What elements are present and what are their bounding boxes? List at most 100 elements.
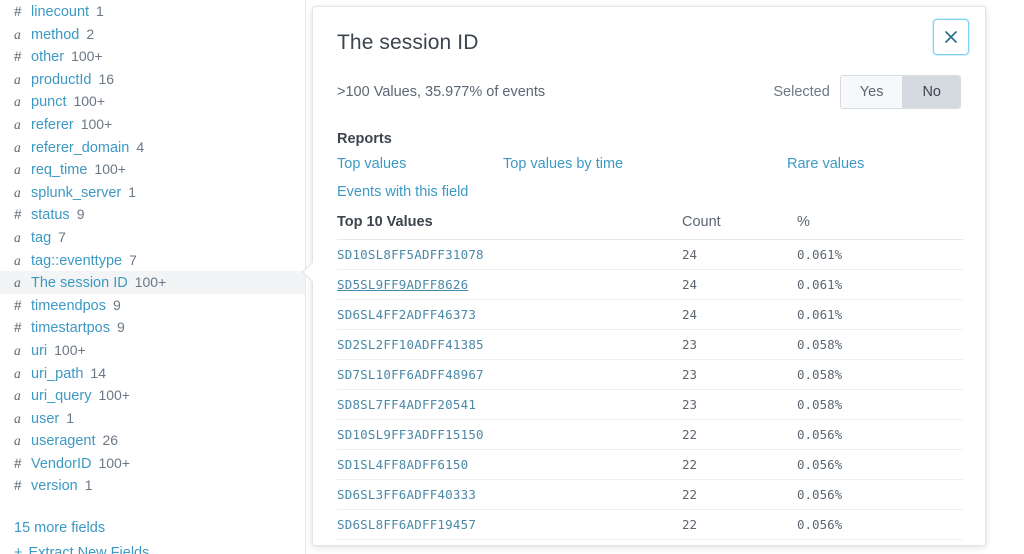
value-link[interactable]: SD2SL2FF10ADFF41385 [337, 337, 484, 352]
table-row[interactable]: SD6SL3FF6ADFF40333 22 0.056% [337, 479, 963, 510]
count-value: 22 [682, 487, 698, 502]
report-link-events-with-this-field[interactable]: Events with this field [337, 184, 468, 200]
sidebar-field-referer[interactable]: a referer 100+ [0, 113, 305, 136]
sidebar-field-other[interactable]: # other 100+ [0, 45, 305, 68]
selected-yes-button[interactable]: Yes [840, 76, 903, 108]
sidebar-field-tag-eventtype[interactable]: a tag::eventtype 7 [0, 249, 305, 272]
table-row[interactable]: SD1SL4FF8ADFF6150 22 0.056% [337, 449, 963, 480]
table-row[interactable]: SD10SL8FF5ADFF31078 24 0.061% [337, 239, 963, 270]
sidebar-field-label: useragent [31, 433, 96, 450]
sidebar-field-label: uri_query [31, 388, 92, 405]
report-link-top-values[interactable]: Top values [337, 156, 406, 172]
pct-value: 0.056% [797, 517, 843, 532]
cell-count: 23 [682, 329, 797, 360]
report-link-top-values-by-time[interactable]: Top values by time [503, 156, 623, 172]
string-field-icon: a [14, 116, 21, 132]
value-link[interactable]: SD10SL9FF3ADFF15150 [337, 427, 484, 442]
string-field-icon: a [14, 229, 21, 245]
string-field-icon: a [14, 26, 21, 42]
sidebar-field-label: timeendpos [31, 297, 106, 314]
cell-count: 22 [682, 479, 797, 510]
sidebar-field-req-time[interactable]: a req_time 100+ [0, 158, 305, 181]
more-fields-link[interactable]: 15 more fields [0, 517, 305, 540]
sidebar-field-tag[interactable]: a tag 7 [0, 226, 305, 249]
sidebar-field-version[interactable]: # version 1 [0, 474, 305, 497]
sidebar-field-method[interactable]: a method 2 [0, 23, 305, 46]
column-header-pct: % [797, 214, 963, 240]
pct-value: 0.058% [797, 367, 843, 382]
string-field-icon: a [14, 342, 21, 358]
reports-heading: Reports [337, 131, 392, 147]
fields-sidebar: # linecount 1 a method 2 # other 100+ a productId 1… [0, 0, 306, 554]
sidebar-field-uri-path[interactable]: a uri_path 14 [0, 362, 305, 385]
value-link[interactable]: SD10SL8FF5ADFF31078 [337, 247, 484, 262]
table-header-row: Top 10 Values Count % [337, 214, 963, 240]
sidebar-field-vendorid[interactable]: # VendorID 100+ [0, 452, 305, 475]
sidebar-field-referer-domain[interactable]: a referer_domain 4 [0, 136, 305, 159]
sidebar-field-punct[interactable]: a punct 100+ [0, 90, 305, 113]
value-link[interactable]: SD7SL10FF6ADFF48967 [337, 367, 484, 382]
sidebar-field-label: linecount [31, 4, 90, 20]
sidebar-field-label: req_time [31, 162, 88, 179]
sidebar-field-count: 7 [58, 228, 66, 245]
table-row[interactable]: SD2SL2FF10ADFF41385 23 0.058% [337, 329, 963, 360]
table-row[interactable]: SD5SL9FF9ADFF8626 24 0.061% [337, 269, 963, 300]
numeric-field-icon: # [14, 4, 22, 19]
sidebar-field-count: 100+ [98, 454, 131, 471]
value-link[interactable]: SD1SL4FF8ADFF6150 [337, 457, 468, 472]
cell-count: 22 [682, 449, 797, 480]
value-link[interactable]: SD6SL3FF6ADFF40333 [337, 487, 476, 502]
sidebar-field-user[interactable]: a user 1 [0, 407, 305, 430]
count-value: 22 [682, 457, 698, 472]
column-header-value: Top 10 Values [337, 214, 682, 240]
table-header: Top 10 Values Count % [337, 214, 963, 240]
sidebar-field-productid[interactable]: a productId 16 [0, 68, 305, 91]
extract-new-fields-link[interactable]: + Extract New Fields [0, 542, 305, 554]
cell-pct: 0.056% [797, 479, 963, 510]
count-value: 23 [682, 367, 698, 382]
pct-value: 0.061% [797, 307, 843, 322]
sidebar-field-label: tag::eventtype [31, 252, 123, 269]
sidebar-field-count: 2 [86, 25, 95, 42]
sidebar-field-splunk-server[interactable]: a splunk_server 1 [0, 181, 305, 204]
value-link[interactable]: SD6SL4FF2ADFF46373 [337, 307, 476, 322]
cell-count: 24 [682, 269, 797, 300]
sidebar-field-uri-query[interactable]: a uri_query 100+ [0, 384, 305, 407]
sidebar-field-status[interactable]: # status 9 [0, 203, 305, 226]
sidebar-field-count: 1 [128, 183, 137, 200]
sidebar-field-label: uri_path [31, 365, 84, 382]
sidebar-field-useragent[interactable]: a useragent 26 [0, 429, 305, 452]
sidebar-field-the-session-id[interactable]: a The session ID 100+ [0, 271, 305, 294]
cell-pct: 0.056% [797, 419, 963, 450]
sidebar-field-linecount[interactable]: # linecount 1 [0, 0, 305, 23]
cell-value: SD10SL9FF3ADFF15150 [337, 419, 682, 450]
cell-value: SD1SL4FF8ADFF6150 [337, 449, 682, 480]
reports-links: Top values Top values by time Rare value… [337, 156, 961, 208]
table-row[interactable]: SD6SL8FF6ADFF19457 22 0.056% [337, 509, 963, 540]
table-row[interactable]: SD10SL9FF3ADFF15150 22 0.056% [337, 419, 963, 450]
value-link[interactable]: SD8SL7FF4ADFF20541 [337, 397, 476, 412]
selected-no-button[interactable]: No [902, 76, 960, 108]
numeric-field-icon: # [14, 455, 22, 471]
summary-row: >100 Values, 35.977% of events Selected … [337, 75, 961, 109]
table-row[interactable]: SD8SL7FF4ADFF20541 23 0.058% [337, 389, 963, 420]
count-value: 23 [682, 397, 698, 412]
sidebar-field-count: 100+ [94, 161, 126, 178]
cell-pct: 0.056% [797, 449, 963, 480]
close-button[interactable] [933, 19, 969, 55]
sidebar-field-uri[interactable]: a uri 100+ [0, 339, 305, 362]
report-link-rare-values[interactable]: Rare values [787, 156, 864, 172]
cell-count: 23 [682, 359, 797, 390]
sidebar-field-label: tag [31, 229, 52, 246]
value-link[interactable]: SD6SL8FF6ADFF19457 [337, 517, 476, 532]
table-row[interactable]: SD6SL4FF2ADFF46373 24 0.061% [337, 299, 963, 330]
sidebar-field-label: uri [31, 342, 48, 359]
numeric-field-icon: # [14, 320, 22, 336]
cell-value: SD6SL4FF2ADFF46373 [337, 299, 682, 330]
value-link[interactable]: SD5SL9FF9ADFF8626 [337, 277, 468, 292]
cell-pct: 0.058% [797, 329, 963, 360]
table-row[interactable]: SD7SL10FF6ADFF48967 23 0.058% [337, 359, 963, 390]
sidebar-field-timestartpos[interactable]: # timestartpos 9 [0, 316, 305, 339]
pct-value: 0.056% [797, 427, 843, 442]
sidebar-field-timeendpos[interactable]: # timeendpos 9 [0, 294, 305, 317]
